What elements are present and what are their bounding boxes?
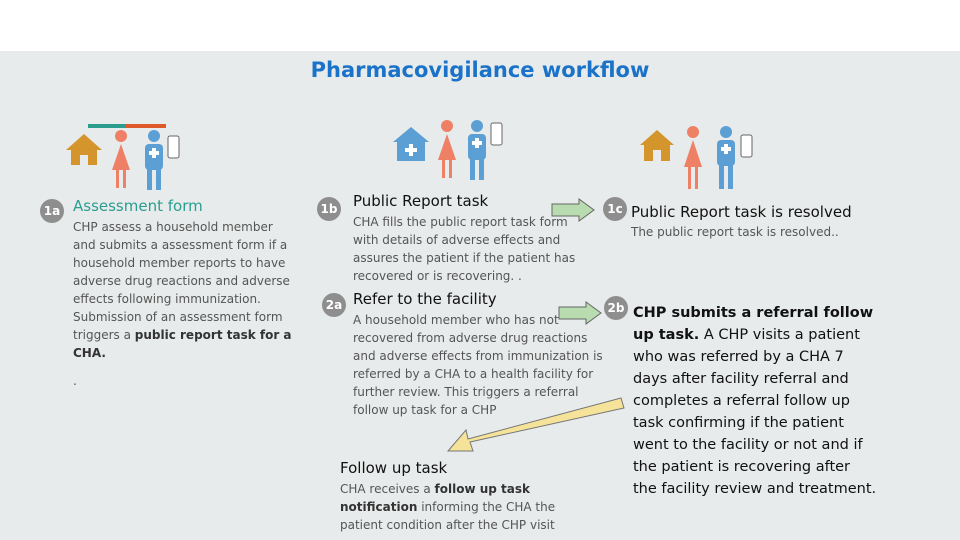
arrow-2b-to-follow-up: [446, 397, 625, 452]
woman-icon: [438, 120, 456, 178]
step-badge-2b: 2b: [604, 296, 628, 320]
woman-icon: [112, 130, 130, 188]
assessment-form-trailer: .: [73, 374, 77, 388]
follow-up-text-pre: CHA receives a: [340, 482, 435, 496]
public-report-task-heading: Public Report task: [353, 192, 489, 210]
step-badge-1b: 1b: [317, 197, 341, 221]
arrow-1b-to-1c: [551, 198, 595, 222]
public-report-task-description: CHA fills the public report task form wi…: [353, 215, 576, 283]
house-icon: [640, 130, 674, 161]
health-worker-icon: [468, 120, 486, 180]
health-worker-icon: [717, 126, 735, 189]
phone-icon: [167, 135, 180, 159]
referral-follow-up-text: A CHP visits a patient who was referred …: [633, 327, 877, 497]
house-icon: [66, 134, 102, 165]
step-badge-1c: 1c: [603, 197, 627, 221]
icon-group-1c: [640, 126, 760, 202]
health-worker-icon: [145, 130, 163, 190]
assessment-form-text: CHP assess a household member and submit…: [73, 220, 290, 342]
woman-icon: [684, 126, 702, 189]
refer-to-facility-heading: Refer to the facility: [353, 290, 497, 308]
household-visit-icons-2: [640, 126, 753, 189]
household-visit-icons: [66, 124, 180, 190]
follow-up-task-heading: Follow up task: [340, 459, 448, 477]
health-facility-icon: [393, 127, 429, 161]
icon-group-1a: [66, 124, 186, 199]
phone-icon: [490, 122, 503, 146]
assessment-form-description: CHP assess a household member and submit…: [73, 218, 295, 362]
orange-bar-icon: [126, 124, 166, 128]
assessment-form-heading: Assessment form: [73, 197, 203, 215]
phone-icon: [740, 134, 753, 158]
step-badge-1a: 1a: [40, 199, 64, 223]
follow-up-task-description: CHA receives a follow up task notificati…: [340, 480, 576, 534]
referral-follow-up-description: CHP submits a referral follow up task. A…: [633, 302, 878, 500]
facility-visit-icons: [393, 120, 503, 180]
icon-group-1b: [393, 118, 513, 193]
public-report-resolved-heading: Public Report task is resolved: [631, 203, 852, 221]
public-report-resolved-description: The public report task is resolved..: [631, 225, 839, 239]
step-badge-2a: 2a: [322, 293, 346, 317]
page-title: Pharmacovigilance workflow: [310, 58, 650, 82]
